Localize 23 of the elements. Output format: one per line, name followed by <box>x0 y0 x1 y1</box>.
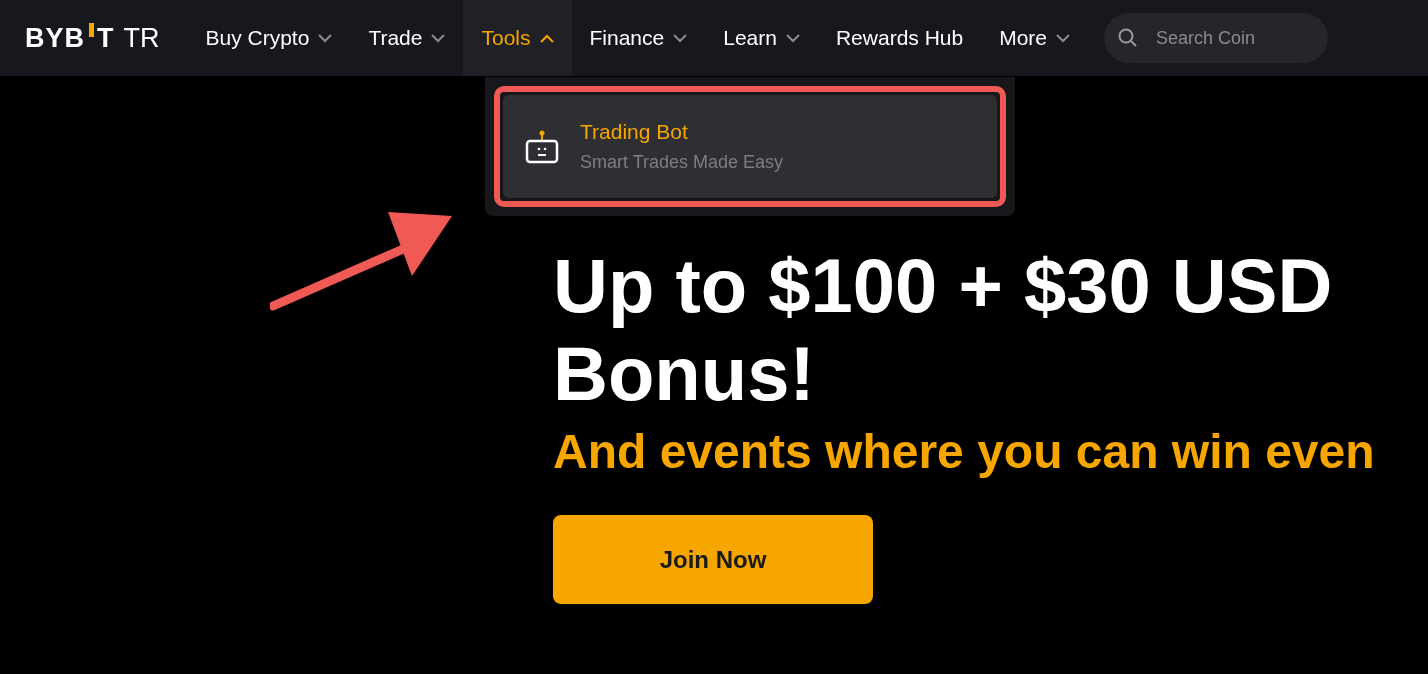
caret-icon <box>539 33 554 43</box>
menu-item-title: Trading Bot <box>580 120 689 144</box>
nav-item[interactable]: Learn <box>705 0 818 76</box>
nav-item[interactable]: Rewards Hub <box>817 0 982 76</box>
nav-item[interactable]: Finance <box>571 0 706 76</box>
nav-item[interactable]: More <box>981 0 1089 76</box>
join-now-button[interactable]: Join Now <box>553 515 873 604</box>
hero-headline: Bonus! <box>553 330 816 418</box>
menu-item-subtitle: Smart Trades Made Easy <box>580 152 784 173</box>
robot-icon <box>525 129 559 164</box>
search-field[interactable]: Search Coin <box>1104 13 1329 63</box>
menu-item-card[interactable]: Trading Bot Smart Trades Made Easy <box>503 95 997 198</box>
nav-item[interactable]: Tools <box>463 0 572 76</box>
caret-icon <box>318 33 333 43</box>
caret-icon <box>673 33 688 43</box>
nav-item[interactable]: Trade <box>350 0 464 76</box>
hero-headline: Up to $100 + $30 USD <box>553 242 1334 330</box>
nav-item[interactable]: Buy Crypto <box>187 0 351 76</box>
caret-icon <box>431 33 446 43</box>
hero-subtitle: And events where you can win even <box>553 424 1376 479</box>
caret-icon <box>785 33 800 43</box>
caret-icon <box>1056 33 1071 43</box>
logo[interactable]: BYB T TR <box>25 23 160 53</box>
